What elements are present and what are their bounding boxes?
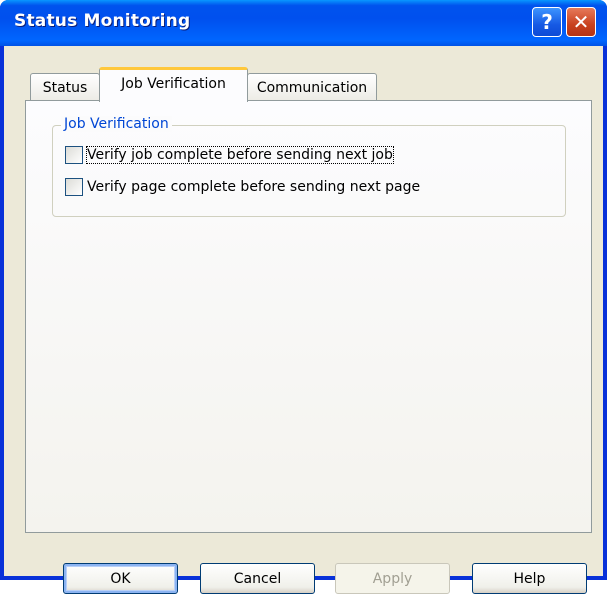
group-label: Job Verification: [61, 116, 172, 132]
window-title: Status Monitoring: [14, 11, 191, 31]
tab-strip: Status Job Verification Communication: [4, 46, 603, 106]
help-button[interactable]: Help: [472, 563, 587, 594]
apply-button[interactable]: Apply: [335, 563, 450, 594]
dialog-client-area: Status Job Verification Communication Jo…: [4, 46, 603, 594]
cancel-button[interactable]: Cancel: [200, 563, 315, 594]
verify-job-option[interactable]: Verify job complete before sending next …: [65, 146, 394, 164]
tab-panel: Job Verification Verify job complete bef…: [25, 100, 592, 533]
tab-job-verification[interactable]: Job Verification: [99, 67, 248, 102]
verify-page-label[interactable]: Verify page complete before sending next…: [87, 179, 420, 195]
verify-job-label[interactable]: Verify job complete before sending next …: [86, 146, 394, 164]
help-icon[interactable]: ?: [532, 7, 562, 37]
verify-job-checkbox[interactable]: [65, 146, 83, 164]
close-icon[interactable]: ✕: [566, 7, 596, 37]
dialog-window: Status Monitoring ? ✕ Status Job Verific…: [0, 0, 607, 594]
verify-page-option[interactable]: Verify page complete before sending next…: [65, 178, 420, 196]
ok-button[interactable]: OK: [63, 563, 178, 594]
tab-status[interactable]: Status: [30, 73, 100, 101]
title-bar[interactable]: Status Monitoring ? ✕: [0, 0, 607, 46]
tab-communication[interactable]: Communication: [247, 73, 377, 101]
verify-page-checkbox[interactable]: [65, 178, 83, 196]
job-verification-group: Job Verification Verify job complete bef…: [52, 116, 566, 217]
